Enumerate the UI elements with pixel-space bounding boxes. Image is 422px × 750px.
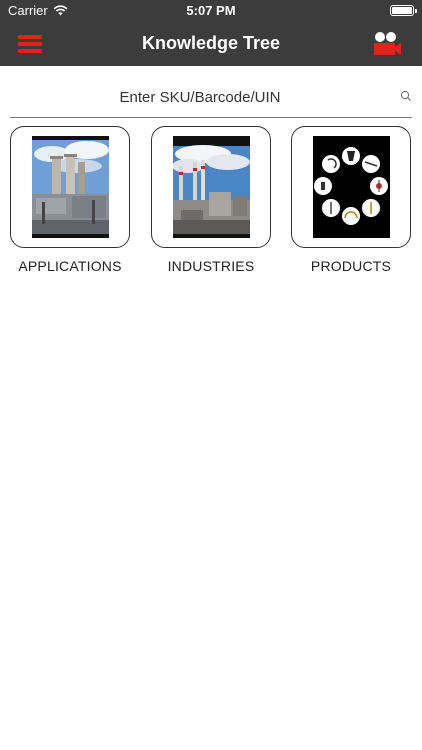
tile-products[interactable]: PRODUCTS xyxy=(291,126,411,274)
tile-label-industries: INDUSTRIES xyxy=(167,258,255,274)
video-camera-icon[interactable] xyxy=(372,31,402,57)
search-bar xyxy=(10,78,412,118)
status-bar: Carrier 5:07 PM xyxy=(0,0,422,22)
safety-equipment-collage-image xyxy=(312,136,390,238)
top-header: Carrier 5:07 PM Knowledge Tree xyxy=(0,0,422,66)
search-icon[interactable] xyxy=(400,90,412,102)
battery-icon xyxy=(390,5,417,16)
industrial-towers-image xyxy=(31,136,109,238)
status-time: 5:07 PM xyxy=(186,3,236,18)
factory-smokestacks-image xyxy=(172,136,250,238)
tile-frame xyxy=(151,126,271,248)
tile-frame xyxy=(291,126,411,248)
tile-applications[interactable]: APPLICATIONS xyxy=(10,126,130,274)
navigation-bar: Knowledge Tree xyxy=(0,22,422,66)
sku-search-input[interactable] xyxy=(10,78,390,116)
tile-label-products: PRODUCTS xyxy=(310,258,392,274)
tile-label-applications: APPLICATIONS xyxy=(18,258,122,274)
page-title: Knowledge Tree xyxy=(141,33,281,53)
tile-industries[interactable]: INDUSTRIES xyxy=(151,126,271,274)
tile-frame xyxy=(10,126,130,248)
